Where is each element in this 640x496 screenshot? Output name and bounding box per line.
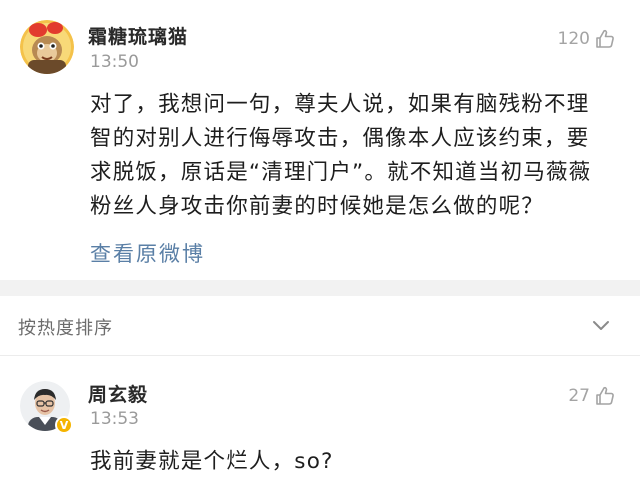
chevron-down-icon[interactable] [590,314,612,336]
reply-like-count: 27 [568,386,590,406]
post-like-button[interactable]: 120 [558,28,616,50]
section-divider [0,280,640,296]
thumbs-up-icon [596,29,614,48]
post-username[interactable]: 霜糖琉璃猫 [88,22,188,49]
thumbs-up-icon [596,386,614,405]
post-timestamp: 13:50 [90,52,139,72]
reply-like-button[interactable]: 27 [568,385,616,407]
post-body-line: 智的对别人进行侮辱攻击，偶像本人应该约束，要 [90,126,590,151]
reply-card: V 周玄毅 13:53 27 我前妻就是个烂人，so? [0,357,640,496]
verified-badge-icon: V [55,416,73,434]
post-avatar[interactable] [20,20,74,74]
post-body-line: 求脱饭，原话是“清理门户”。就不知道当初马薇薇 [90,160,592,185]
post-body-line: 粉丝人身攻击你前妻的时候她是怎么做的呢？ [90,194,545,219]
post-body-line: 对了，我想问一句，尊夫人说，如果有脑残粉不理 [90,92,590,117]
sort-bar[interactable]: 按热度排序 [0,296,640,356]
post-body: 对了，我想问一句，尊夫人说，如果有脑残粉不理 智的对别人进行侮辱攻击，偶像本人应… [90,88,591,224]
reply-timestamp: 13:53 [90,409,139,429]
reply-body: 我前妻就是个烂人，so? [90,449,334,474]
view-original-link[interactable]: 查看原微博 [90,238,205,268]
reply-username[interactable]: 周玄毅 [88,380,148,407]
post-like-count: 120 [557,29,590,49]
cartoon-avatar-icon [20,20,74,74]
post-card: 霜糖琉璃猫 13:50 120 对了，我想问一句，尊夫人说，如果有脑残粉不理 智… [0,0,640,280]
sort-label: 按热度排序 [18,318,113,339]
